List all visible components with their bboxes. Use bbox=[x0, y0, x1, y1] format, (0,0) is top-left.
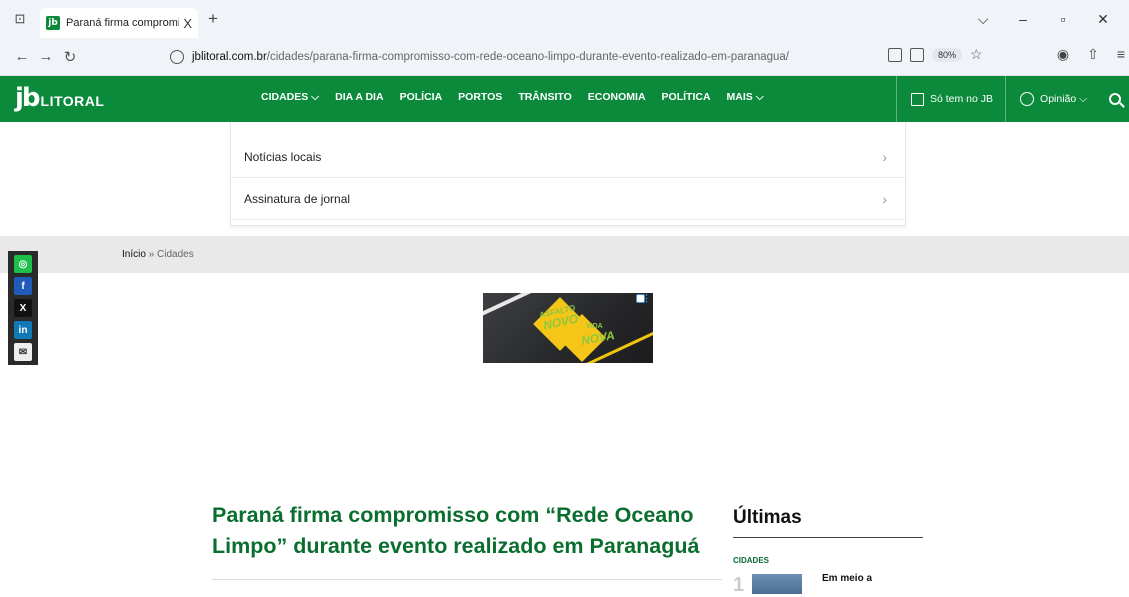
logo-litoral: LITORAL bbox=[40, 93, 105, 109]
reader-view-icon[interactable] bbox=[888, 47, 902, 62]
breadcrumb-separator: » bbox=[145, 249, 158, 260]
header-divider bbox=[896, 76, 897, 122]
ad-more-icon[interactable]: ⋮ bbox=[642, 293, 651, 304]
window-controls: ⌵ – ▫ ✕ bbox=[963, 0, 1123, 38]
tab-title: Paraná firma compromisso com bbox=[66, 17, 180, 29]
tab-overflow-icon[interactable]: ⌵ bbox=[963, 11, 1003, 28]
chevron-right-icon: › bbox=[882, 190, 887, 207]
header-actions: Só tem no JB Opinião ⌵ bbox=[896, 76, 1122, 122]
site-favicon-icon: jb bbox=[46, 16, 60, 30]
menu-item-transito[interactable]: TRÂNSITO bbox=[518, 91, 571, 104]
latest-category[interactable]: CIDADES bbox=[733, 556, 769, 565]
menu-item-economia[interactable]: ECONOMIA bbox=[588, 91, 646, 104]
breadcrumb-current: Cidades bbox=[157, 249, 194, 260]
site-header: jb LITORAL CIDADES ⌵ DIA A DIA POLÍCIA P… bbox=[0, 76, 1129, 122]
maximize-icon[interactable]: ▫ bbox=[1043, 11, 1083, 27]
menu-item-cidades[interactable]: CIDADES ⌵ bbox=[261, 91, 319, 104]
tab-close-icon[interactable]: X bbox=[183, 16, 192, 31]
address-bar[interactable]: jblitoral.com.br /cidades/parana-firma-c… bbox=[170, 43, 990, 71]
menu-icon[interactable]: ≡ bbox=[1117, 46, 1125, 63]
browser-tab-bar: ⊡ jb Paraná firma compromisso com X + ⌵ … bbox=[0, 0, 1129, 38]
close-window-icon[interactable]: ✕ bbox=[1083, 11, 1123, 28]
share-icon[interactable]: ⇧ bbox=[1087, 46, 1099, 63]
logo-jb: jb bbox=[15, 83, 40, 113]
facebook-icon[interactable]: f bbox=[14, 277, 32, 295]
menu-item-portos[interactable]: PORTOS bbox=[458, 91, 502, 104]
account-icon[interactable]: ◉ bbox=[1057, 46, 1069, 63]
cidades-dropdown: Notícias locais › Assinatura de jornal › bbox=[230, 122, 906, 226]
share-sidebar: ◎ f X in ✉ bbox=[8, 251, 38, 365]
opinion-label: Opinião ⌵ bbox=[1040, 92, 1088, 105]
breadcrumb-home[interactable]: Início bbox=[122, 249, 146, 260]
url-path: /cidades/parana-firma-compromisso-com-re… bbox=[266, 51, 789, 63]
back-icon[interactable]: ← bbox=[10, 48, 34, 65]
chevron-right-icon: › bbox=[882, 148, 887, 165]
opinion-link[interactable]: Opinião ⌵ bbox=[1020, 92, 1087, 106]
latest-title: Últimas bbox=[733, 507, 802, 528]
tab-list-icon[interactable]: ⊡ bbox=[10, 9, 30, 29]
dropdown-item-assinatura[interactable]: Assinatura de jornal › bbox=[231, 178, 905, 220]
install-icon[interactable] bbox=[910, 47, 924, 62]
forward-icon[interactable]: → bbox=[34, 48, 58, 65]
search-icon[interactable] bbox=[1109, 93, 1122, 105]
breadcrumb: Início » Cidades bbox=[122, 249, 194, 260]
address-bar-actions: 80% ☆ bbox=[888, 46, 983, 63]
latest-item-title[interactable]: Em meio a bbox=[822, 573, 872, 584]
only-jb-link[interactable]: Só tem no JB bbox=[911, 92, 994, 106]
main-menu: CIDADES ⌵ DIA A DIA POLÍCIA PORTOS TRÂNS… bbox=[261, 91, 764, 104]
divider bbox=[212, 579, 722, 580]
only-jb-label: Só tem no JB bbox=[930, 93, 994, 105]
ad-banner[interactable]: ASFALTO NOVO VIDA NOVA ⋮ bbox=[483, 293, 653, 363]
linkedin-icon[interactable]: in bbox=[14, 321, 32, 339]
article-headline: Paraná firma compromisso com “Rede Ocean… bbox=[212, 503, 700, 558]
speech-bubble-icon bbox=[1020, 92, 1035, 106]
breadcrumb-bar: Início » Cidades bbox=[0, 236, 1129, 273]
toolbar-right: ◉ ⇧ ≡ bbox=[1057, 46, 1125, 63]
email-icon[interactable]: ✉ bbox=[14, 343, 32, 361]
bookmark-star-icon[interactable]: ☆ bbox=[970, 46, 983, 63]
site-logo[interactable]: jb LITORAL bbox=[15, 83, 105, 113]
browser-nav-bar: ← → ↻ jblitoral.com.br /cidades/parana-f… bbox=[0, 38, 1129, 76]
ad-text: VIDA bbox=[586, 323, 603, 330]
menu-item-mais[interactable]: MAIS ⌵ bbox=[727, 91, 764, 104]
menu-item-dia-a-dia[interactable]: DIA A DIA bbox=[335, 91, 383, 104]
latest-thumbnail[interactable] bbox=[752, 574, 802, 594]
dropdown-item-label: Assinatura de jornal bbox=[244, 191, 351, 206]
menu-item-policia[interactable]: POLÍCIA bbox=[400, 91, 443, 104]
dropdown-item-noticias-locais[interactable]: Notícias locais › bbox=[231, 136, 905, 178]
dropdown-item-label: Notícias locais bbox=[244, 149, 322, 164]
header-divider bbox=[1005, 76, 1007, 122]
reload-icon[interactable]: ↻ bbox=[58, 48, 82, 66]
menu-item-politica[interactable]: POLÍTICA bbox=[662, 91, 711, 104]
zoom-level[interactable]: 80% bbox=[932, 47, 963, 62]
site-info-icon[interactable] bbox=[170, 50, 184, 64]
minimize-icon[interactable]: – bbox=[1003, 11, 1043, 27]
url-domain: jblitoral.com.br bbox=[192, 51, 267, 63]
divider bbox=[733, 537, 923, 538]
whatsapp-icon[interactable]: ◎ bbox=[14, 255, 32, 273]
browser-tab[interactable]: jb Paraná firma compromisso com X bbox=[40, 8, 198, 38]
new-tab-button[interactable]: + bbox=[208, 9, 218, 29]
newspaper-icon bbox=[911, 92, 924, 106]
x-icon[interactable]: X bbox=[14, 299, 32, 317]
